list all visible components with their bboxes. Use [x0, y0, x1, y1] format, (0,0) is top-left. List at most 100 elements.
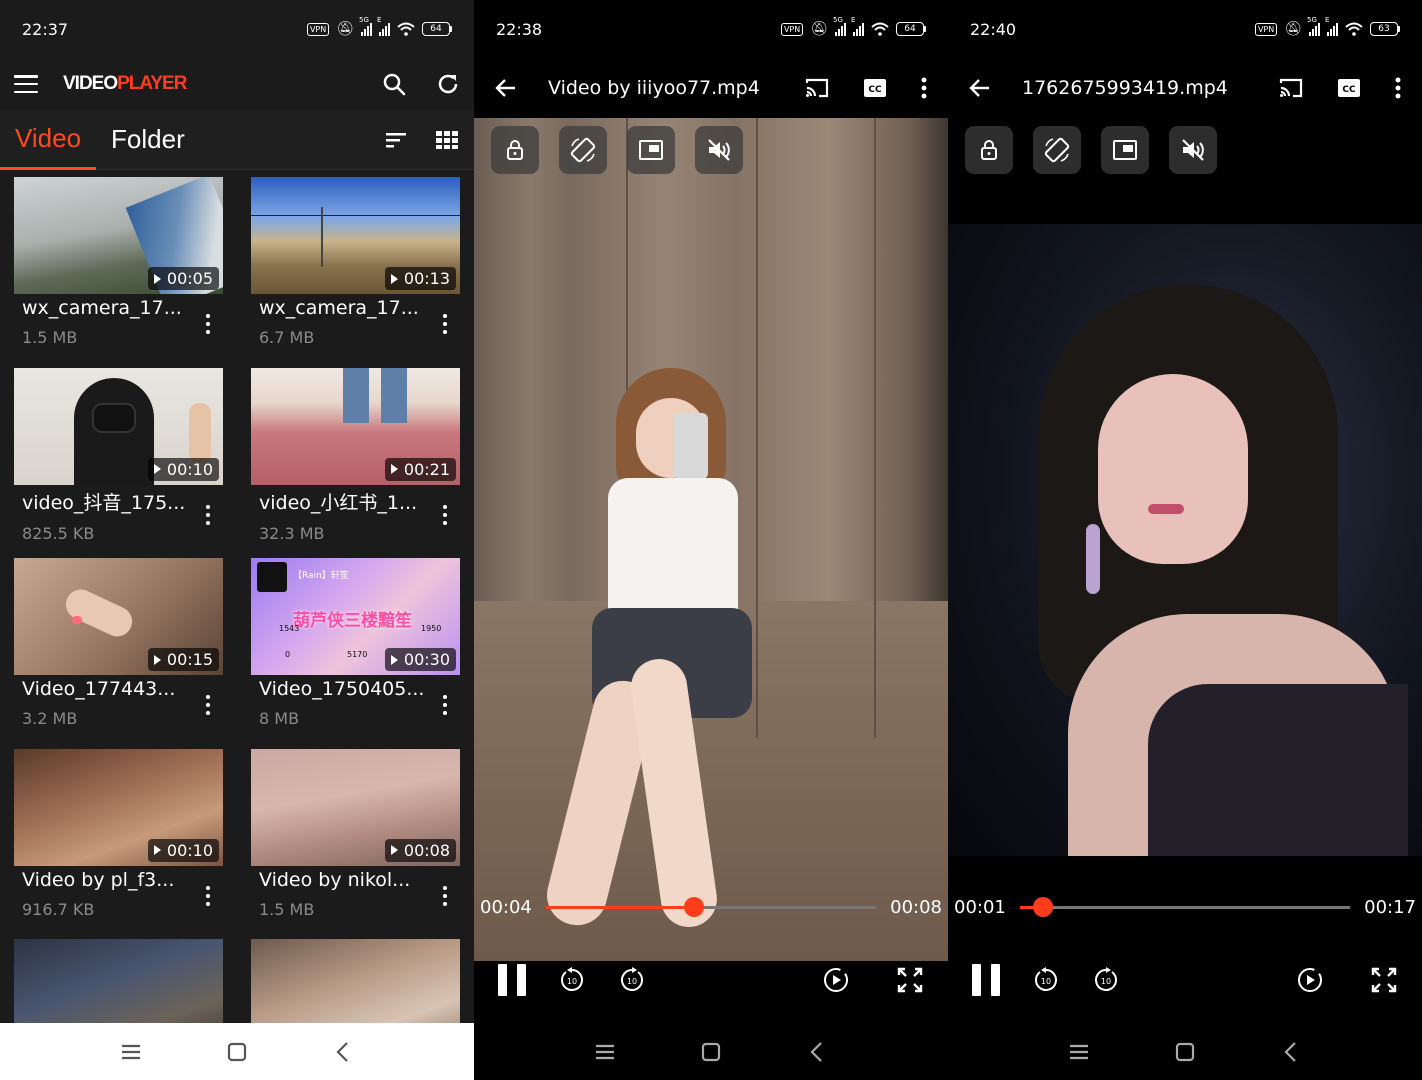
video-card[interactable]: 00:10 video_抖音_175... 825.5 KB	[14, 367, 223, 559]
thumb-overlay-title: 葫芦侠三楼黯笙	[293, 611, 412, 631]
video-thumbnail[interactable]: 00:08	[251, 748, 460, 866]
lock-icon	[507, 140, 523, 160]
playback-mode-icon[interactable]	[822, 966, 850, 994]
more-options-icon[interactable]	[1394, 75, 1402, 101]
pause-icon[interactable]	[498, 964, 526, 996]
subtitles-icon[interactable]: CC	[1336, 75, 1362, 101]
more-options-icon[interactable]	[442, 885, 448, 906]
play-icon	[153, 654, 161, 665]
video-name: wx_camera_17...	[259, 297, 419, 319]
more-options-icon[interactable]	[205, 695, 211, 715]
search-icon[interactable]	[382, 72, 406, 96]
svg-text:10: 10	[1041, 977, 1051, 986]
play-icon	[390, 273, 398, 284]
video-player-screen-2: 22:40 VPN 🔕︎ 5G E 63 1762675993419.mp4 C…	[948, 0, 1422, 1080]
seek-track[interactable]	[1019, 896, 1351, 917]
home-icon[interactable]	[698, 1039, 724, 1065]
tab-folder[interactable]: Folder	[96, 110, 200, 170]
rewind-10-icon[interactable]: 10	[558, 966, 586, 994]
status-icons: VPN 🔕︎ 5G E 63	[1254, 16, 1400, 37]
playback-mode-icon[interactable]	[1296, 966, 1324, 994]
grid-view-icon[interactable]	[436, 130, 458, 150]
recents-icon[interactable]	[1066, 1039, 1092, 1065]
fullscreen-icon[interactable]	[896, 966, 924, 994]
video-thumbnail[interactable]: 00:15	[14, 558, 223, 675]
more-options-icon[interactable]	[442, 314, 448, 334]
lock-button[interactable]	[491, 126, 539, 174]
back-icon[interactable]	[804, 1039, 830, 1065]
pip-button[interactable]	[627, 126, 675, 174]
video-frame[interactable]	[474, 118, 948, 961]
home-icon[interactable]	[1172, 1039, 1198, 1065]
svg-text:10: 10	[567, 977, 577, 986]
more-options-icon[interactable]	[920, 75, 928, 101]
subtitles-icon[interactable]: CC	[862, 75, 888, 101]
pause-icon[interactable]	[972, 964, 1000, 996]
video-library-screen: 22:37 VPN 🔕︎ 5G E 64 VIDEOPLAYER Video F…	[0, 0, 474, 1080]
more-options-icon[interactable]	[442, 695, 448, 715]
forward-10-icon[interactable]: 10	[1092, 966, 1120, 994]
video-card[interactable]: 00:15 Video_177443... 3.2 MB	[14, 558, 223, 749]
back-arrow-icon[interactable]	[494, 76, 518, 100]
lock-button[interactable]	[965, 126, 1013, 174]
video-card[interactable]: 00:05 wx_camera_17... 1.5 MB	[14, 177, 223, 368]
wifi-icon	[871, 22, 889, 36]
video-name: wx_camera_17...	[22, 297, 182, 319]
seek-track[interactable]	[545, 896, 877, 917]
wifi-icon	[397, 22, 415, 36]
status-icons: VPN 🔕︎ 5G E 64	[780, 16, 926, 37]
mute-button[interactable]	[695, 126, 743, 174]
refresh-icon[interactable]	[436, 72, 460, 96]
back-arrow-icon[interactable]	[968, 76, 992, 100]
video-thumbnail[interactable]: 00:10	[14, 748, 223, 866]
video-thumbnail[interactable]: 00:21	[251, 367, 460, 485]
video-size: 8 MB	[259, 709, 300, 728]
rewind-10-icon[interactable]: 10	[1032, 966, 1060, 994]
more-options-icon[interactable]	[442, 504, 448, 525]
more-options-icon[interactable]	[205, 504, 211, 525]
video-title: Video by iiiyoo77.mp4	[548, 77, 760, 99]
cast-icon[interactable]	[804, 75, 830, 101]
rotate-button[interactable]	[1033, 126, 1081, 174]
video-card[interactable]: 00:21 video_小红书_1... 32.3 MB	[251, 367, 460, 559]
video-thumbnail[interactable]: 00:05	[14, 177, 223, 294]
video-card[interactable]: 00:13 wx_camera_17... 6.7 MB	[251, 177, 460, 368]
back-icon[interactable]	[330, 1039, 356, 1065]
seek-bar[interactable]: 00:01 00:17	[948, 893, 1422, 921]
recents-icon[interactable]	[592, 1039, 618, 1065]
fullscreen-icon[interactable]	[1370, 966, 1398, 994]
system-nav-bar	[948, 1023, 1422, 1080]
seek-thumb[interactable]	[1032, 896, 1053, 917]
pip-button[interactable]	[1101, 126, 1149, 174]
more-options-icon[interactable]	[205, 314, 211, 334]
sort-icon[interactable]	[384, 130, 408, 150]
duration-badge: 00:13	[384, 267, 456, 290]
player-toolbar: Video by iiiyoo77.mp4 CC	[474, 58, 948, 118]
rotate-button[interactable]	[559, 126, 607, 174]
more-options-icon[interactable]	[205, 885, 211, 906]
video-name: Video_177443...	[22, 678, 176, 700]
home-icon[interactable]	[224, 1039, 250, 1065]
battery-icon: 64	[422, 22, 452, 36]
video-thumbnail[interactable]: 00:13	[251, 177, 460, 294]
signal-e-icon: E	[377, 16, 390, 36]
video-card[interactable]: 00:08 Video by nikol... 1.5 MB	[251, 748, 460, 940]
video-thumbnail[interactable]: 00:10	[14, 367, 223, 485]
play-icon	[153, 464, 161, 474]
recents-icon[interactable]	[118, 1039, 144, 1065]
status-time: 22:40	[970, 19, 1017, 39]
video-card[interactable]: 00:10 Video by pl_f3... 916.7 KB	[14, 748, 223, 940]
video-card[interactable]: 【Rain】轩笙 葫芦侠三楼黯笙 1950 5170 0 1543 00:30 …	[251, 558, 460, 749]
thumb-name-tag: 【Rain】轩笙	[293, 571, 349, 581]
cast-icon[interactable]	[1278, 75, 1304, 101]
video-thumbnail[interactable]: 【Rain】轩笙 葫芦侠三楼黯笙 1950 5170 0 1543 00:30	[251, 558, 460, 675]
mute-button[interactable]	[1169, 126, 1217, 174]
tab-video[interactable]: Video	[0, 110, 97, 170]
video-grid: 00:05 wx_camera_17... 1.5 MB 00:13 wx_ca…	[14, 177, 460, 1080]
video-frame[interactable]	[948, 224, 1422, 856]
seek-bar[interactable]: 00:04 00:08	[474, 893, 948, 921]
seek-thumb[interactable]	[684, 896, 705, 917]
forward-10-icon[interactable]: 10	[618, 966, 646, 994]
back-icon[interactable]	[1278, 1039, 1304, 1065]
menu-icon[interactable]	[14, 75, 38, 93]
